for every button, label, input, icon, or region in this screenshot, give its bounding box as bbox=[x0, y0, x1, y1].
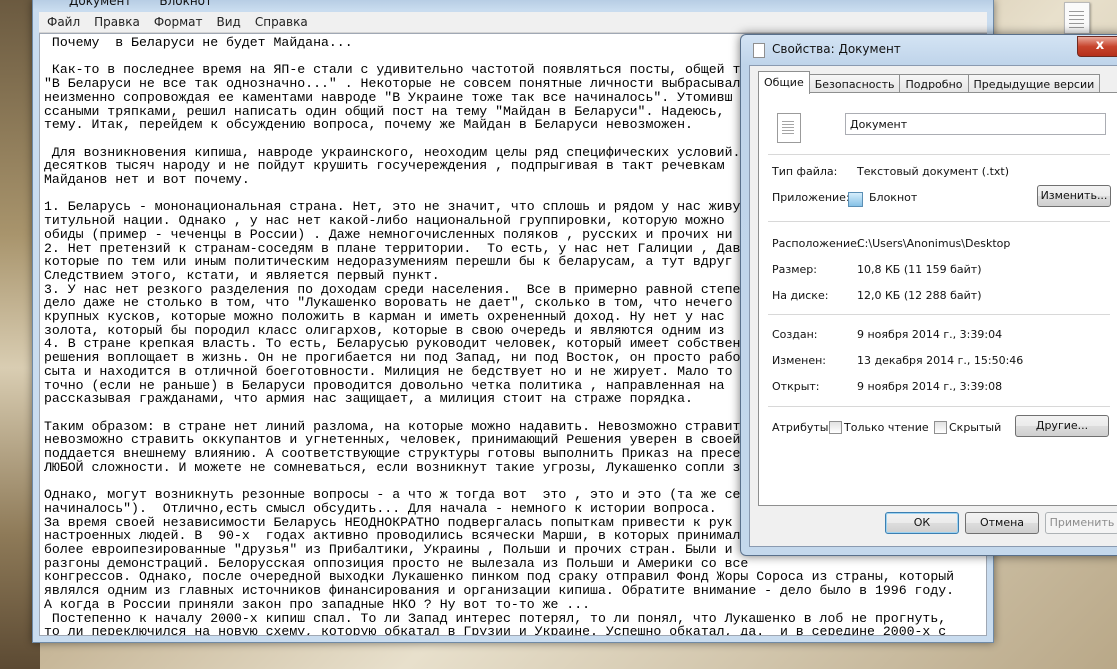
cancel-button[interactable]: Отмена bbox=[965, 512, 1039, 534]
dialog-body: Общие Безопасность Подробно Предыдущие в… bbox=[749, 65, 1117, 547]
apply-button[interactable]: Применить bbox=[1045, 512, 1117, 534]
size-label: Размер: bbox=[772, 263, 817, 276]
location-value: C:\Users\Anonimus\Desktop bbox=[857, 237, 1011, 250]
menu-file[interactable]: Файл bbox=[39, 12, 87, 32]
tab-previous-versions[interactable]: Предыдущие версии bbox=[967, 74, 1101, 94]
hidden-checkbox[interactable] bbox=[934, 421, 947, 434]
modified-value: 13 декабря 2014 г., 15:50:46 bbox=[857, 354, 1024, 367]
notepad-title: Документ Блокнот bbox=[69, 0, 212, 8]
readonly-label[interactable]: Только чтение bbox=[844, 421, 929, 434]
tab-general[interactable]: Общие bbox=[758, 71, 810, 94]
document-icon bbox=[1064, 2, 1090, 34]
created-value: 9 ноября 2014 г., 3:39:04 bbox=[857, 328, 1003, 341]
opened-value: 9 ноября 2014 г., 3:39:08 bbox=[857, 380, 1003, 393]
tab-strip: Общие Безопасность Подробно Предыдущие в… bbox=[758, 71, 1101, 94]
readonly-checkbox[interactable] bbox=[829, 421, 842, 434]
dialog-title: Свойства: Документ bbox=[772, 42, 901, 56]
file-name-field[interactable] bbox=[845, 113, 1106, 135]
desktop-document-icon[interactable] bbox=[1058, 2, 1094, 34]
disk-size-value: 12,0 КБ (12 288 байт) bbox=[857, 289, 982, 302]
close-button[interactable]: x bbox=[1077, 36, 1117, 57]
tab-security[interactable]: Безопасность bbox=[808, 74, 901, 94]
app-label: Приложение: bbox=[772, 191, 850, 204]
menu-edit[interactable]: Правка bbox=[87, 12, 147, 32]
file-type-label: Тип файла: bbox=[772, 165, 838, 178]
opened-label: Открыт: bbox=[772, 380, 820, 393]
general-tab-panel: Тип файла: Текстовый документ (.txt) При… bbox=[758, 92, 1117, 506]
change-button[interactable]: Изменить... bbox=[1037, 185, 1111, 207]
created-label: Создан: bbox=[772, 328, 818, 341]
text-file-icon bbox=[777, 113, 801, 143]
advanced-button[interactable]: Другие... bbox=[1015, 415, 1109, 437]
size-value: 10,8 КБ (11 159 байт) bbox=[857, 263, 982, 276]
disk-size-label: На диске: bbox=[772, 289, 829, 302]
dialog-document-icon bbox=[753, 43, 765, 58]
hidden-label[interactable]: Скрытый bbox=[949, 421, 1001, 434]
modified-label: Изменен: bbox=[772, 354, 827, 367]
app-value: Блокнот bbox=[869, 191, 918, 204]
attributes-label: Атрибуты: bbox=[772, 421, 833, 434]
menu-format[interactable]: Формат bbox=[147, 12, 210, 32]
properties-dialog: Свойства: Документ x Общие Безопасность … bbox=[740, 34, 1117, 556]
menu-bar: Файл Правка Формат Вид Справка bbox=[39, 12, 987, 33]
location-label: Расположение: bbox=[772, 237, 861, 250]
menu-view[interactable]: Вид bbox=[210, 12, 248, 32]
notepad-title-app: Блокнот bbox=[159, 0, 213, 8]
divider bbox=[768, 154, 1110, 155]
tab-details[interactable]: Подробно bbox=[899, 74, 969, 94]
notepad-icon bbox=[848, 192, 863, 207]
notepad-title-doc: Документ bbox=[69, 0, 132, 8]
menu-help[interactable]: Справка bbox=[248, 12, 315, 32]
divider bbox=[768, 221, 1110, 222]
divider bbox=[768, 314, 1110, 315]
file-type-value: Текстовый документ (.txt) bbox=[857, 165, 1009, 178]
divider bbox=[768, 406, 1110, 407]
ok-button[interactable]: ОК bbox=[885, 512, 959, 534]
notepad-titlebar[interactable]: Документ Блокнот bbox=[33, 0, 993, 10]
